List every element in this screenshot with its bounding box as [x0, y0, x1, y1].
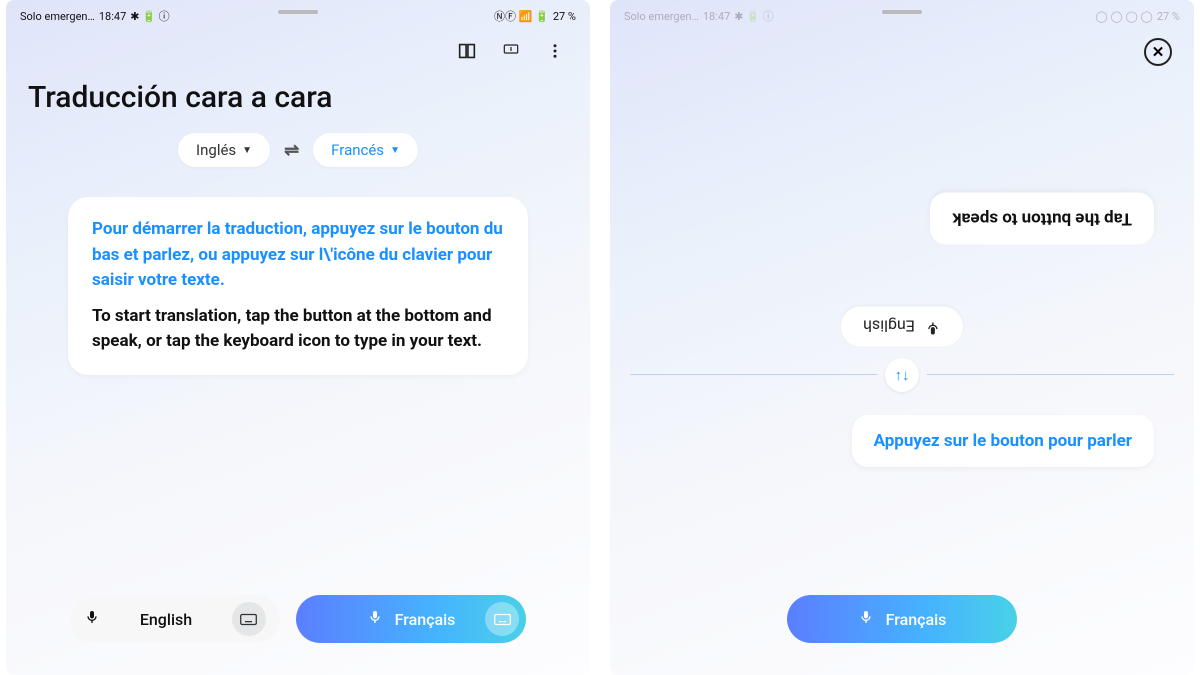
- chevron-down-icon: ▼: [242, 145, 252, 156]
- carrier-label: Solo emergen…: [20, 10, 95, 23]
- battery-text: 27 %: [1157, 10, 1180, 23]
- status-right-icons: ⓃⒻ 📶 🔋: [494, 8, 549, 24]
- source-language-chip[interactable]: Inglés ▼: [178, 133, 270, 167]
- bottom-action-bar: English Français: [6, 595, 590, 643]
- status-left-icons: ✱ 🔋 ⓘ: [734, 8, 773, 24]
- bottom-speech-bubble: Appuyez sur le bouton pour parler: [852, 415, 1154, 467]
- status-right-icons: ◯ ◯ ◯ ◯: [1095, 10, 1152, 23]
- page-title: Traducción cara a cara: [6, 72, 590, 133]
- drag-handle: [278, 10, 318, 14]
- mic-icon: [925, 317, 941, 337]
- status-left-icons: ✱ 🔋 ⓘ: [130, 8, 169, 24]
- instruction-text-en: To start translation, tap the button at …: [92, 304, 504, 355]
- book-icon[interactable]: [454, 38, 480, 64]
- keyboard-icon[interactable]: [232, 602, 266, 636]
- screenshot-right: Solo emergen… 18:47 ✱ 🔋 ⓘ ◯ ◯ ◯ ◯ 27 % ✕…: [610, 0, 1194, 675]
- rotate-screen-icon[interactable]: [498, 38, 524, 64]
- instruction-text-fr: Pour démarrer la traduction, appuyez sur…: [92, 217, 504, 294]
- top-language-label: English: [863, 317, 915, 336]
- more-menu-icon[interactable]: [542, 38, 568, 64]
- screenshot-left: Solo emergen… 18:47 ✱ 🔋 ⓘ ⓃⒻ 📶 🔋 27 % Tr…: [6, 0, 590, 675]
- bottom-mic-label: Français: [886, 610, 947, 629]
- source-language-label: Inglés: [196, 141, 236, 159]
- mic-icon: [367, 609, 383, 629]
- source-mic-button[interactable]: English: [70, 595, 280, 643]
- carrier-label: Solo emergen…: [624, 10, 699, 23]
- target-mic-label: Français: [395, 610, 456, 629]
- close-button[interactable]: ✕: [1144, 38, 1172, 66]
- target-mic-button[interactable]: Français: [296, 595, 526, 643]
- battery-text: 27 %: [553, 10, 576, 23]
- status-time: 18:47: [703, 10, 730, 23]
- bottom-action-bar: Français: [610, 595, 1194, 643]
- close-icon: ✕: [1152, 43, 1165, 61]
- swap-languages-icon[interactable]: ⇌: [284, 140, 299, 161]
- top-language-button[interactable]: English: [841, 307, 963, 347]
- target-language-label: Francés: [331, 141, 384, 159]
- language-selector-row: Inglés ▼ ⇌ Francés ▼: [6, 133, 590, 197]
- chevron-down-icon: ▼: [390, 145, 400, 156]
- mic-icon: [84, 609, 100, 629]
- mic-icon: [858, 609, 874, 629]
- source-mic-label: English: [140, 610, 192, 629]
- bottom-mic-button[interactable]: Français: [787, 595, 1017, 643]
- face-to-face-area: English Tap the button to speak ↑↓ Appuy…: [610, 74, 1194, 675]
- status-time: 18:47: [99, 10, 126, 23]
- instruction-card: Pour démarrer la traduction, appuyez sur…: [68, 197, 528, 375]
- toolbar: ✕: [610, 26, 1194, 74]
- keyboard-icon[interactable]: [485, 602, 519, 636]
- toolbar: [6, 26, 590, 72]
- drag-handle: [882, 10, 922, 14]
- target-language-chip[interactable]: Francés ▼: [313, 133, 418, 167]
- top-speech-bubble: Tap the button to speak: [930, 193, 1154, 245]
- top-half-rotated: English Tap the button to speak: [610, 74, 1194, 375]
